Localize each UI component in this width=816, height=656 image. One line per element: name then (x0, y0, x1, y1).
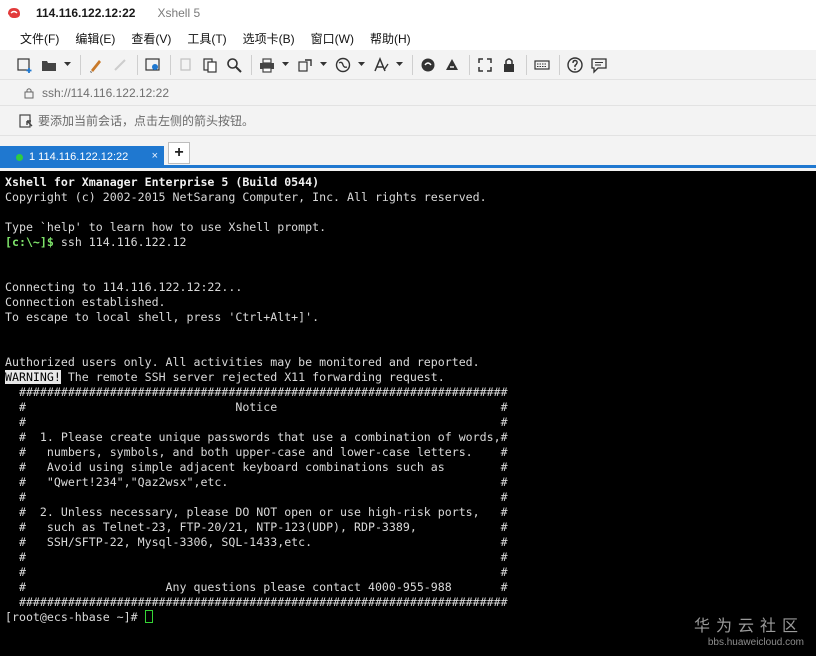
terminal-output[interactable]: Xshell for Xmanager Enterprise 5 (Build … (0, 171, 816, 656)
window-title: 114.116.122.12:22 (36, 6, 136, 20)
tab-underline (0, 165, 816, 168)
terminal-line: Xshell for Xmanager Enterprise 5 (Build … (5, 175, 320, 189)
xftp-icon[interactable] (417, 54, 439, 76)
terminal-line: # # (5, 490, 508, 504)
globe-icon[interactable] (332, 54, 354, 76)
watermark-title: 华为云社区 (693, 616, 804, 635)
address-input[interactable]: ssh://114.116.122.12:22 (42, 86, 169, 100)
tab-bar: 1 114.116.122.12:22 × + (0, 136, 816, 168)
local-prompt: [c:\~]$ (5, 235, 54, 249)
watermark-url: bbs.huaweicloud.com (707, 637, 804, 648)
watermark: 华为云社区 bbs.huaweicloud.com (694, 612, 804, 648)
lock-icon (24, 87, 34, 98)
terminal-line: # 2. Unless necessary, please DO NOT ope… (5, 505, 508, 519)
add-tab-button[interactable]: + (168, 142, 190, 164)
toolbar-divider (412, 54, 413, 75)
terminal-line: Copyright (c) 2002-2015 NetSarang Comput… (5, 190, 487, 204)
terminal-line: Connecting to 114.116.122.12:22... (5, 280, 243, 294)
terminal-line: ########################################… (5, 595, 508, 609)
app-name: Xshell 5 (157, 6, 201, 20)
command-text: ssh 114.116.122.12 (53, 235, 187, 249)
title-bar: 114.116.122.12:22 Xshell 5 (0, 0, 816, 26)
terminal-line: # 1. Please create unique passwords that… (5, 430, 508, 444)
terminal-line: # Avoid using simple adjacent keyboard c… (5, 460, 508, 474)
terminal-line: Authorized users only. All activities ma… (5, 355, 480, 369)
menu-edit[interactable]: 编辑(E) (67, 28, 123, 49)
terminal-line: To escape to local shell, press 'Ctrl+Al… (5, 310, 320, 324)
chevron-down-icon[interactable] (394, 54, 404, 76)
terminal-line: Type `help' to learn how to use Xshell p… (5, 220, 327, 234)
menu-view[interactable]: 查看(V) (123, 28, 179, 49)
terminal-line: # "Qwert!234","Qaz2wsx",etc. # (5, 475, 508, 489)
terminal-line: # # (5, 550, 508, 564)
toolbar-divider (559, 54, 560, 75)
menu-bar: 文件(F) 编辑(E) 查看(V) 工具(T) 选项卡(B) 窗口(W) 帮助(… (0, 26, 816, 50)
paste-icon[interactable] (199, 54, 221, 76)
toolbar (0, 50, 816, 80)
open-folder-icon[interactable] (38, 54, 60, 76)
warning-label: WARNING! (5, 370, 61, 384)
toolbar-divider (251, 54, 252, 75)
xshell-window: 114.116.122.12:22 Xshell 5 文件(F) 编辑(E) 查… (0, 0, 816, 656)
font-icon[interactable] (370, 54, 392, 76)
address-bar: ssh://114.116.122.12:22 (0, 80, 816, 106)
edit-icon[interactable] (85, 54, 107, 76)
terminal-line: # # (5, 565, 508, 579)
text-cursor (144, 610, 153, 623)
toolbar-divider (170, 54, 171, 75)
disconnect-icon[interactable] (109, 54, 131, 76)
terminal-line: # numbers, symbols, and both upper-case … (5, 445, 508, 459)
chevron-down-icon[interactable] (356, 54, 366, 76)
terminal-line: ########################################… (5, 385, 508, 399)
terminal-line: # such as Telnet-23, FTP-20/21, NTP-123(… (5, 520, 508, 534)
copy-icon[interactable] (175, 54, 197, 76)
toolbar-divider (80, 54, 81, 75)
hint-bar: 要添加当前会话，点击左侧的箭头按钮。 (0, 106, 816, 136)
menu-window[interactable]: 窗口(W) (303, 28, 362, 49)
terminal-line: Connection established. (5, 295, 166, 309)
chevron-down-icon[interactable] (318, 54, 328, 76)
menu-file[interactable]: 文件(F) (12, 28, 67, 49)
toolbar-divider (526, 54, 527, 75)
close-icon[interactable]: × (152, 150, 158, 162)
terminal-line: [c:\~]$ ssh 114.116.122.12 (5, 235, 816, 250)
print-icon[interactable] (256, 54, 278, 76)
terminal-line: WARNING! The remote SSH server rejected … (5, 370, 816, 385)
menu-help[interactable]: 帮助(H) (362, 28, 419, 49)
fullscreen-icon[interactable] (474, 54, 496, 76)
chevron-down-icon[interactable] (62, 54, 72, 76)
terminal-line: # # (5, 415, 508, 429)
terminal-line: # Notice # (5, 400, 508, 414)
chat-icon[interactable] (588, 54, 610, 76)
chevron-down-icon[interactable] (280, 54, 290, 76)
add-session-arrow-icon[interactable] (18, 113, 34, 129)
warning-text: The remote SSH server rejected X11 forwa… (60, 370, 445, 384)
menu-tools[interactable]: 工具(T) (179, 28, 234, 49)
new-session-icon[interactable] (14, 54, 36, 76)
keyboard-icon[interactable] (531, 54, 553, 76)
transfer-icon[interactable] (294, 54, 316, 76)
xmanager-icon[interactable] (441, 54, 463, 76)
properties-icon[interactable] (142, 54, 164, 76)
connected-status-icon (16, 153, 23, 161)
xshell-logo-icon (8, 8, 20, 18)
shell-prompt: [root@ecs-hbase ~]# (5, 610, 145, 624)
lock-icon[interactable] (498, 54, 520, 76)
tab-label: 1 114.116.122.12:22 (29, 151, 129, 163)
menu-tabs[interactable]: 选项卡(B) (235, 28, 303, 49)
toolbar-divider (469, 54, 470, 75)
hint-text: 要添加当前会话，点击左侧的箭头按钮。 (38, 114, 255, 128)
terminal-line: # SSH/SFTP-22, Mysql-3306, SQL-1433,etc.… (5, 535, 508, 549)
terminal-line: # Any questions please contact 4000-955-… (5, 580, 508, 594)
find-icon[interactable] (223, 54, 245, 76)
toolbar-divider (137, 54, 138, 75)
help-icon[interactable] (564, 54, 586, 76)
